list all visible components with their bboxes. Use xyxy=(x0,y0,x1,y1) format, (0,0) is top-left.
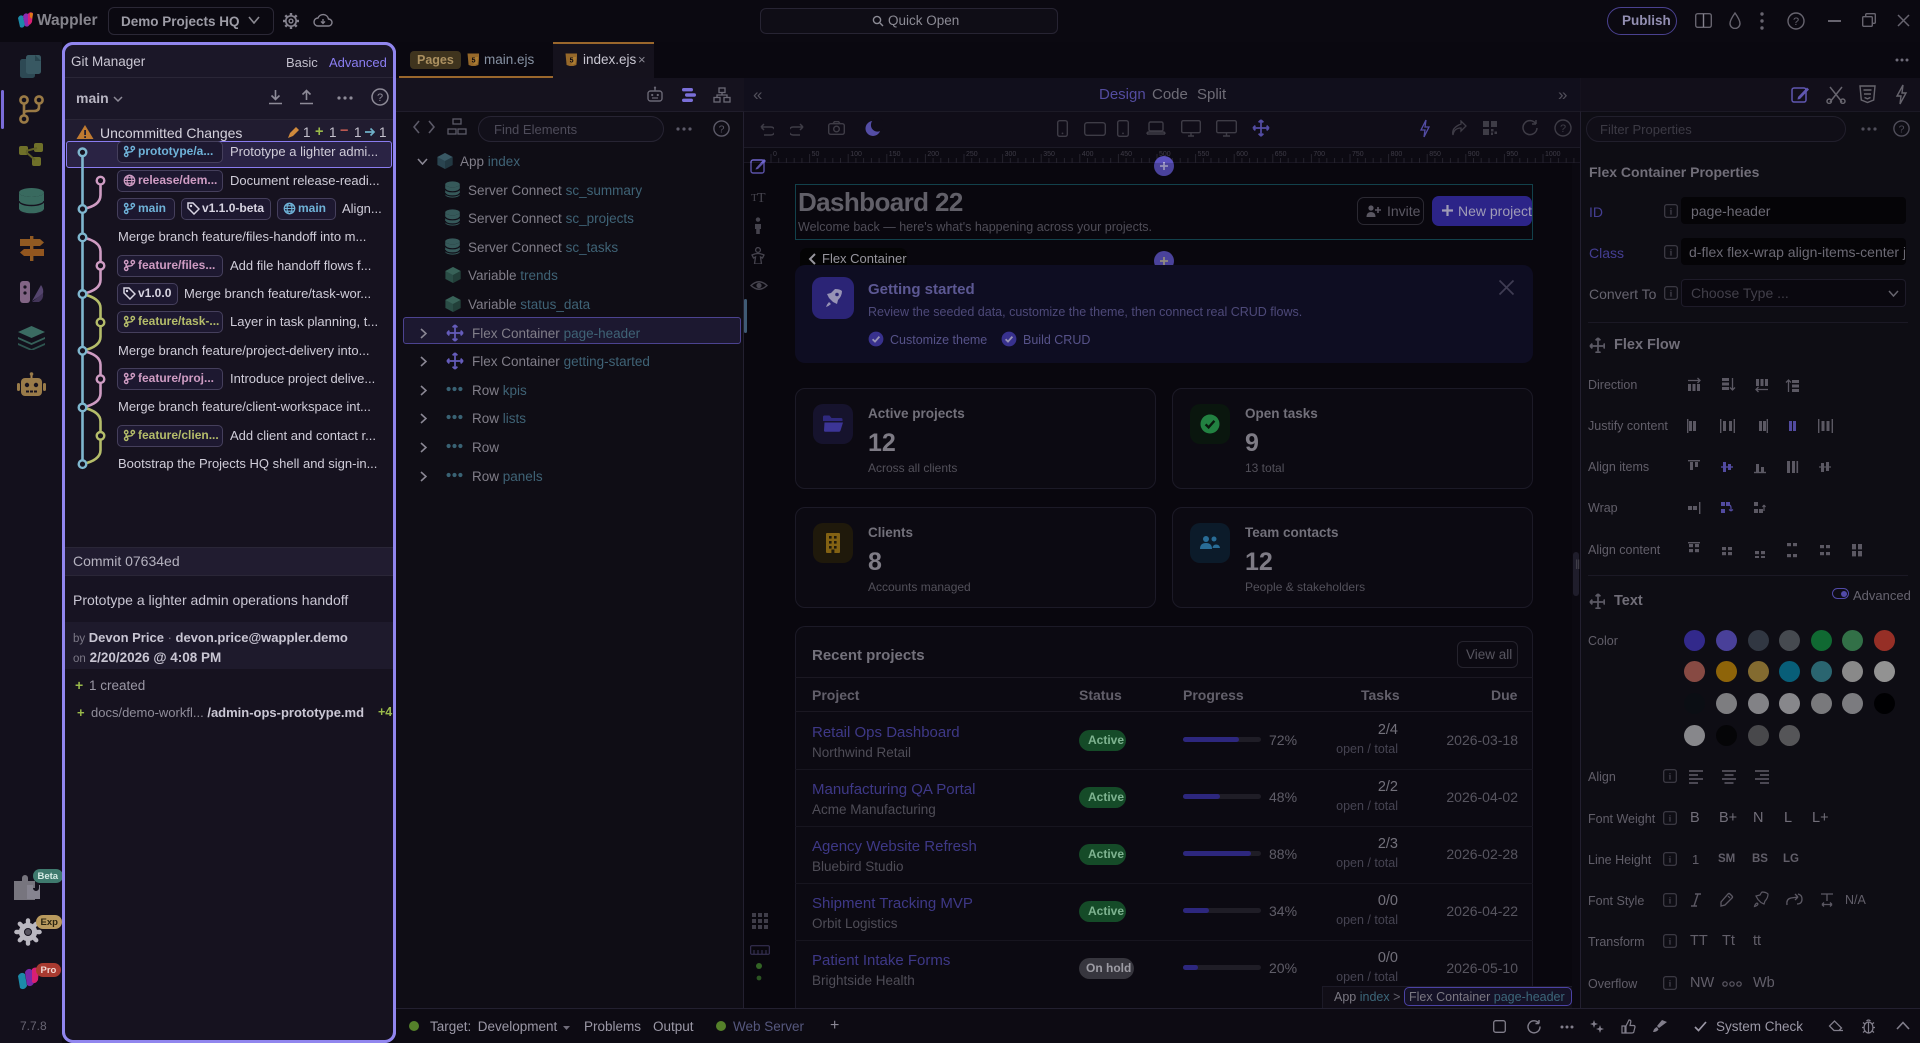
svg-text:?: ? xyxy=(719,123,725,135)
svg-text:5: 5 xyxy=(570,58,574,65)
svg-text:i: i xyxy=(1669,856,1672,866)
svg-text:i: i xyxy=(1669,980,1672,990)
svg-text:i: i xyxy=(1669,815,1672,825)
svg-text:?: ? xyxy=(1793,16,1799,28)
svg-text:?: ? xyxy=(1560,123,1566,135)
svg-text:i: i xyxy=(1670,249,1673,259)
svg-text:i: i xyxy=(1670,290,1673,300)
svg-text:i: i xyxy=(1670,208,1673,218)
svg-text:i: i xyxy=(1669,773,1672,783)
svg-text:?: ? xyxy=(1899,123,1905,135)
svg-text:T: T xyxy=(757,191,766,204)
svg-text:5: 5 xyxy=(472,58,476,65)
svg-text:i: i xyxy=(1669,897,1672,907)
svg-text:i: i xyxy=(1669,938,1672,948)
